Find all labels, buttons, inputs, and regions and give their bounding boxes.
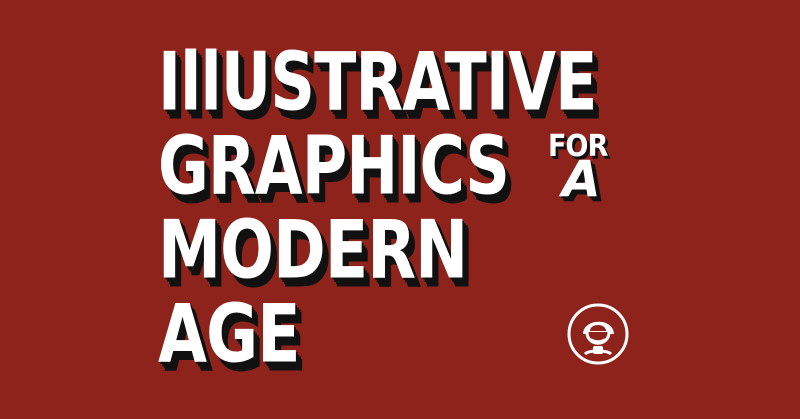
title-line-3: MODERN	[158, 202, 468, 297]
title-line-1: IllUSTRATIVE	[158, 34, 597, 129]
a-word: A	[562, 150, 601, 208]
title-line-2: GRAPHICS	[158, 118, 510, 213]
for-a-mark: FOR A	[548, 132, 628, 212]
title-line-4: AGE	[158, 286, 301, 381]
girl-face-icon	[567, 303, 629, 365]
banner-canvas: IllUSTRATIVE GRAPHICS MODERN AGE FOR A	[0, 0, 800, 419]
